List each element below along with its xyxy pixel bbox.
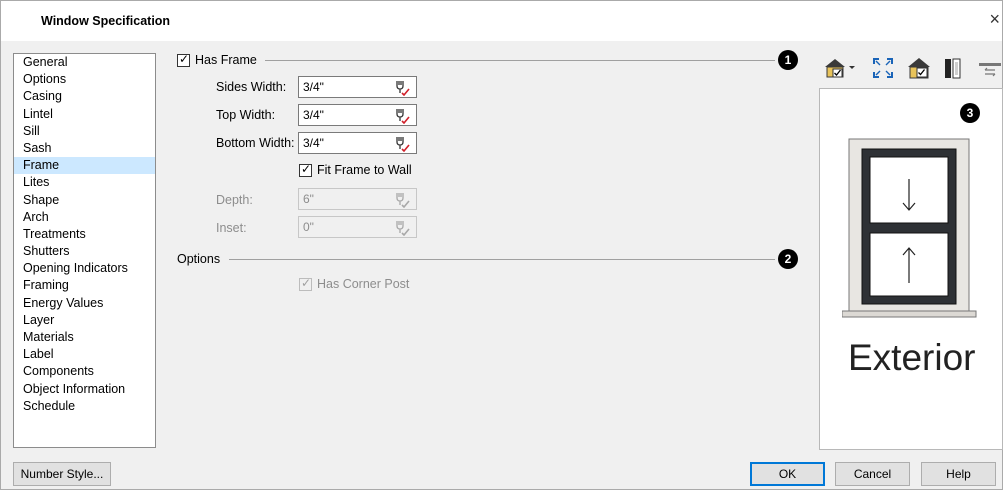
color-view-icon[interactable] bbox=[907, 56, 931, 80]
window-preview-pane: 3 Exterior bbox=[819, 88, 1003, 450]
number-style-button[interactable]: Number Style... bbox=[13, 462, 111, 486]
nav-item-energy-values[interactable]: Energy Values bbox=[14, 295, 155, 312]
callout-badge-2: 2 bbox=[778, 249, 798, 269]
flip-icon[interactable] bbox=[977, 56, 1003, 80]
view-mode-dropdown-icon[interactable] bbox=[823, 56, 857, 80]
sides-width-field[interactable]: 3/4" bbox=[298, 76, 417, 98]
category-list[interactable]: General Options Casing Lintel Sill Sash … bbox=[13, 53, 156, 448]
checkmark-icon: ✓ bbox=[179, 52, 190, 66]
window-illustration bbox=[842, 138, 977, 318]
inset-value: 0" bbox=[303, 220, 314, 234]
inset-label: Inset: bbox=[216, 221, 247, 235]
depth-label: Depth: bbox=[216, 193, 253, 207]
nav-item-options[interactable]: Options bbox=[14, 71, 155, 88]
nav-item-label[interactable]: Label bbox=[14, 346, 155, 363]
sides-width-value: 3/4" bbox=[303, 80, 324, 94]
depth-field[interactable]: 6" bbox=[298, 188, 417, 210]
calculator-icon[interactable] bbox=[392, 134, 410, 152]
options-group-divider bbox=[229, 259, 775, 260]
nav-item-layer[interactable]: Layer bbox=[14, 312, 155, 329]
checkmark-icon: ✓ bbox=[301, 276, 312, 290]
inset-field[interactable]: 0" bbox=[298, 216, 417, 238]
calculator-icon[interactable] bbox=[392, 190, 410, 208]
top-width-value: 3/4" bbox=[303, 108, 324, 122]
nav-item-shutters[interactable]: Shutters bbox=[14, 243, 155, 260]
nav-item-object-information[interactable]: Object Information bbox=[14, 381, 155, 398]
nav-item-lites[interactable]: Lites bbox=[14, 174, 155, 191]
bottom-width-label: Bottom Width: bbox=[216, 136, 295, 150]
cancel-button[interactable]: Cancel bbox=[835, 462, 910, 486]
fit-frame-to-wall-checkbox[interactable]: ✓ bbox=[299, 162, 312, 177]
nav-item-arch[interactable]: Arch bbox=[14, 209, 155, 226]
checkmark-icon: ✓ bbox=[301, 162, 312, 176]
top-width-label: Top Width: bbox=[216, 108, 276, 122]
calculator-icon[interactable] bbox=[392, 218, 410, 236]
bottom-width-field[interactable]: 3/4" bbox=[298, 132, 417, 154]
nav-item-materials[interactable]: Materials bbox=[14, 329, 155, 346]
calculator-icon[interactable] bbox=[392, 106, 410, 124]
has-frame-checkbox[interactable]: ✓ bbox=[177, 52, 190, 67]
fit-frame-to-wall-label: Fit Frame to Wall bbox=[317, 163, 412, 177]
bottom-width-value: 3/4" bbox=[303, 136, 324, 150]
depth-value: 6" bbox=[303, 192, 314, 206]
nav-item-shape[interactable]: Shape bbox=[14, 192, 155, 209]
nav-item-components[interactable]: Components bbox=[14, 363, 155, 380]
callout-badge-1: 1 bbox=[778, 50, 798, 70]
has-frame-label: Has Frame bbox=[195, 53, 257, 67]
dialog-title: Window Specification bbox=[41, 14, 171, 28]
frame-group-divider bbox=[265, 60, 775, 61]
nav-item-frame[interactable]: Frame bbox=[14, 157, 155, 175]
nav-item-opening-indicators[interactable]: Opening Indicators bbox=[14, 260, 155, 277]
ok-button[interactable]: OK bbox=[750, 462, 825, 486]
nav-item-framing[interactable]: Framing bbox=[14, 277, 155, 294]
callout-badge-3: 3 bbox=[960, 103, 980, 123]
has-corner-post-label: Has Corner Post bbox=[317, 277, 410, 291]
preview-caption: Exterior bbox=[848, 337, 976, 378]
close-icon[interactable]: × bbox=[989, 9, 1000, 30]
window-specification-dialog: Window Specification × General Options C… bbox=[0, 0, 1003, 490]
top-width-field[interactable]: 3/4" bbox=[298, 104, 417, 126]
title-bar: Window Specification × bbox=[1, 1, 1002, 41]
nav-item-lintel[interactable]: Lintel bbox=[14, 106, 155, 123]
calculator-icon[interactable] bbox=[392, 78, 410, 96]
has-corner-post-checkbox[interactable]: ✓ bbox=[299, 276, 312, 291]
help-button[interactable]: Help bbox=[921, 462, 996, 486]
side-view-icon[interactable] bbox=[941, 56, 965, 80]
sides-width-label: Sides Width: bbox=[216, 80, 287, 94]
nav-item-sill[interactable]: Sill bbox=[14, 123, 155, 140]
nav-item-sash[interactable]: Sash bbox=[14, 140, 155, 157]
nav-item-casing[interactable]: Casing bbox=[14, 88, 155, 105]
nav-item-treatments[interactable]: Treatments bbox=[14, 226, 155, 243]
options-group-label: Options bbox=[177, 252, 221, 266]
nav-item-schedule[interactable]: Schedule bbox=[14, 398, 155, 415]
fill-window-icon[interactable] bbox=[871, 56, 895, 80]
nav-item-general[interactable]: General bbox=[14, 54, 155, 71]
